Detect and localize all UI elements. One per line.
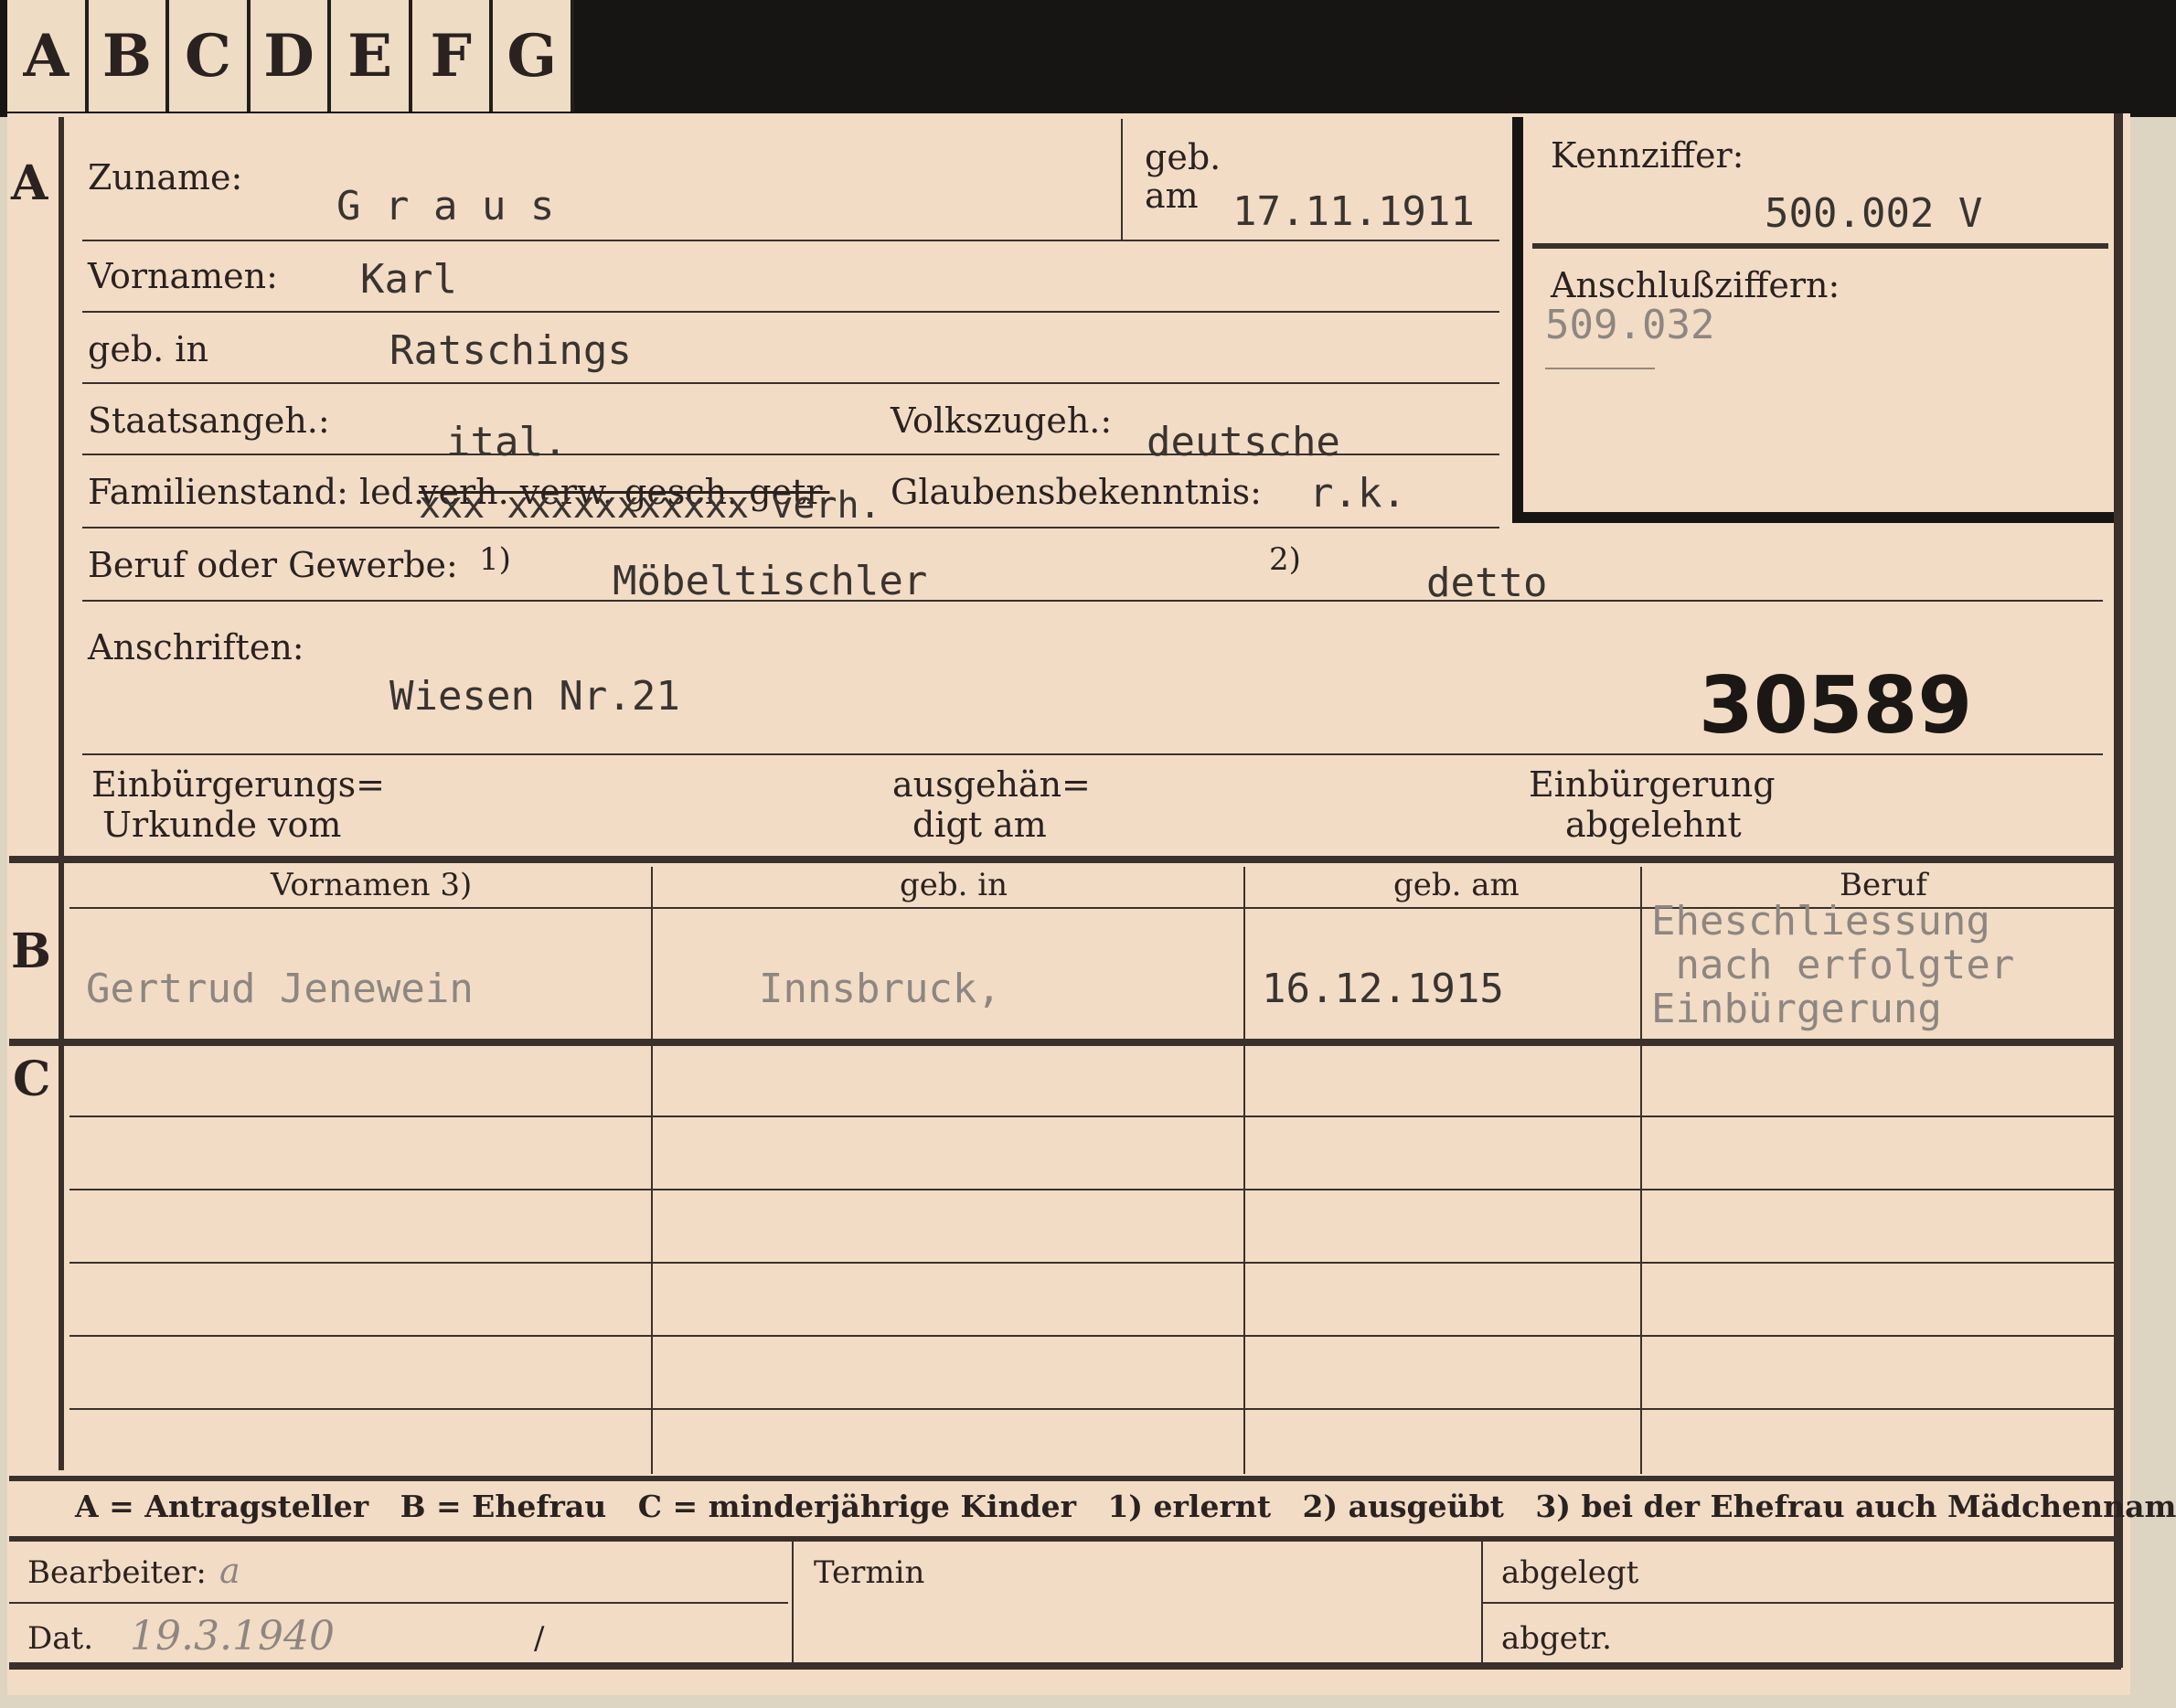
birth-divider bbox=[1121, 119, 1123, 240]
section-b-top-rule bbox=[9, 856, 2114, 863]
identifier-rule bbox=[1532, 243, 2108, 249]
footer-filed-rule bbox=[1483, 1602, 2114, 1604]
card-number: 30589 bbox=[1699, 660, 1973, 752]
handed-over-2: digt am bbox=[912, 805, 1047, 845]
ethnicity-label: Volkszugeh.: bbox=[891, 400, 1113, 441]
removed-label: abgetr. bbox=[1501, 1620, 1612, 1657]
deadline-label: Termin bbox=[814, 1554, 925, 1591]
section-c-top-rule bbox=[9, 1039, 2114, 1046]
spouse-birthdate: 16.12.1915 bbox=[1262, 966, 1504, 1012]
rule-7 bbox=[82, 753, 2103, 755]
left-rule bbox=[59, 117, 64, 1470]
card-right-edge bbox=[2114, 113, 2123, 1668]
birth-label-1: geb. bbox=[1145, 137, 1221, 177]
birth-label-2: am bbox=[1145, 176, 1199, 216]
column-divider-1 bbox=[651, 867, 653, 1474]
section-c-mark: C bbox=[13, 1051, 51, 1107]
rule-6 bbox=[82, 600, 2103, 602]
index-tabs: A B C D E F G bbox=[7, 0, 575, 112]
children-row-rule bbox=[69, 1116, 2114, 1117]
marital-label: Familienstand: led. bbox=[88, 472, 425, 512]
religion-value: r.k. bbox=[1309, 470, 1406, 517]
column-divider-3 bbox=[1640, 867, 1642, 1474]
children-row-rule bbox=[69, 1262, 2114, 1264]
section-a-mark: A bbox=[11, 155, 48, 211]
handed-over-1: ausgehän= bbox=[892, 764, 1091, 805]
card-bottom-rule bbox=[9, 1662, 2121, 1670]
naturalization-doc-1: Einbürgerungs= bbox=[91, 764, 385, 805]
spouse-birthplace: Innsbruck, bbox=[759, 966, 1001, 1012]
refused-1: Einbürgerung bbox=[1529, 764, 1776, 805]
tab-e[interactable]: E bbox=[331, 0, 412, 112]
citizenship-label: Staatsangeh.: bbox=[88, 400, 330, 441]
identifier-label: Kennziffer: bbox=[1551, 135, 1744, 176]
first-names-value: Karl bbox=[360, 256, 457, 303]
spouse-header-birthplace: geb. in bbox=[900, 867, 1008, 903]
rule-1 bbox=[82, 240, 1499, 241]
occupation-mark-2: 2) bbox=[1269, 541, 1301, 578]
first-names-label: Vornamen: bbox=[88, 256, 278, 296]
filed-label: abgelegt bbox=[1501, 1554, 1639, 1591]
rule-3 bbox=[82, 382, 1499, 384]
tab-c[interactable]: C bbox=[169, 0, 251, 112]
date-label: Dat. bbox=[27, 1620, 94, 1657]
birth-date: 17.11.1911 bbox=[1232, 188, 1475, 235]
birthplace-label: geb. in bbox=[88, 329, 208, 369]
section-b-mark: B bbox=[11, 923, 51, 979]
spouse-occupation-1: Eheschliessung bbox=[1651, 898, 1990, 945]
address-value: Wiesen Nr.21 bbox=[389, 673, 680, 720]
legend: A = Antragsteller B = Ehefrau C = minder… bbox=[75, 1489, 2176, 1524]
tab-b[interactable]: B bbox=[88, 0, 170, 112]
refused-2: abgelehnt bbox=[1565, 805, 1742, 845]
rule-4 bbox=[82, 454, 1499, 455]
surname-value: G r a u s bbox=[336, 183, 555, 230]
identifier-value: 500.002 V bbox=[1765, 190, 1983, 237]
occupation-learned: Möbeltischler bbox=[613, 558, 928, 604]
editor-label: Bearbeiter: bbox=[27, 1554, 207, 1591]
editor-value: a bbox=[219, 1551, 240, 1591]
children-row-rule bbox=[69, 1408, 2114, 1410]
naturalization-doc-2: Urkunde vom bbox=[102, 805, 342, 845]
tab-d[interactable]: D bbox=[250, 0, 332, 112]
marital-typed: xxx xxxxxxxxxxx verh. bbox=[419, 485, 881, 527]
spouse-header-names: Vornamen 3) bbox=[271, 867, 473, 903]
birthplace-value: Ratschings bbox=[389, 327, 632, 374]
children-row-rule bbox=[69, 1335, 2114, 1337]
tab-f[interactable]: F bbox=[411, 0, 494, 112]
citizenship-value: ital. bbox=[446, 419, 568, 465]
footer-divider-1 bbox=[792, 1542, 794, 1662]
date-slash: / bbox=[534, 1620, 545, 1657]
religion-label: Glaubensbekenntnis: bbox=[891, 472, 1262, 512]
linked-value: 509.032 bbox=[1545, 302, 1715, 348]
ethnicity-value: deutsche bbox=[1147, 419, 1340, 465]
legend-bottom-rule bbox=[9, 1536, 2114, 1542]
column-divider-2 bbox=[1243, 867, 1245, 1474]
occupation-mark-1: 1) bbox=[479, 541, 511, 578]
linked-label: Anschlußziffern: bbox=[1551, 265, 1840, 305]
legend-top-rule bbox=[9, 1476, 2114, 1481]
spouse-occupation-2: nach erfolgter bbox=[1651, 942, 2015, 988]
date-value: 19.3.1940 bbox=[130, 1613, 335, 1660]
tab-a[interactable]: A bbox=[7, 0, 89, 112]
rule-2 bbox=[82, 311, 1499, 313]
surname-label: Zuname: bbox=[88, 157, 243, 197]
children-row-rule bbox=[69, 1189, 2114, 1190]
footer-editor-rule bbox=[9, 1602, 788, 1604]
address-label: Anschriften: bbox=[88, 627, 304, 667]
tab-g[interactable]: G bbox=[493, 0, 575, 112]
spouse-occupation-3: Einbürgerung bbox=[1651, 986, 1942, 1032]
linked-underline bbox=[1545, 368, 1655, 369]
occupation-label: Beruf oder Gewerbe: bbox=[88, 545, 458, 585]
spouse-header-birthdate: geb. am bbox=[1393, 867, 1520, 903]
spouse-name: Gertrud Jenewein bbox=[86, 966, 474, 1012]
rule-5 bbox=[82, 527, 1499, 528]
